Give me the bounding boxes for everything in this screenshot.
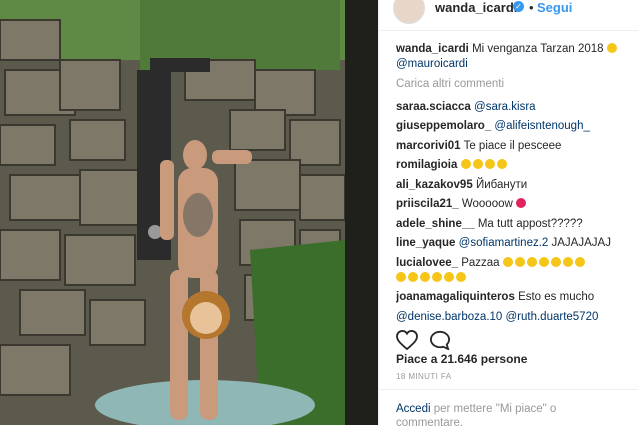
login-link[interactable]: Accedi <box>396 403 431 415</box>
caption-mention[interactable]: @mauroicardi <box>396 58 468 70</box>
emoji-icon <box>444 271 454 282</box>
avatar[interactable] <box>393 0 425 24</box>
caption: wanda_icardi Mi venganza Tarzan 2018 @ma… <box>396 42 631 72</box>
verified-icon: ✓ <box>513 1 524 12</box>
comment-text: Te piace il pesceee <box>463 139 562 152</box>
comment-mention[interactable]: @sara.kisra <box>474 101 536 113</box>
emoji-icon <box>502 256 513 267</box>
emoji-icon <box>526 256 537 267</box>
comment-mention[interactable]: @sofiamartinez.2 <box>459 237 549 249</box>
emoji-icon <box>516 198 526 208</box>
caption-author[interactable]: wanda_icardi <box>396 43 469 55</box>
comment-author[interactable]: lucialovee_ <box>396 257 458 269</box>
photo-image <box>0 0 378 425</box>
follow-button[interactable]: Segui <box>537 0 572 15</box>
comment-text: Йибанути <box>475 178 528 191</box>
comment-icon[interactable] <box>429 330 451 350</box>
comment-author[interactable]: adele_shine__ <box>396 218 475 230</box>
comments-list: wanda_icardi Mi venganza Tarzan 2018 @ma… <box>396 42 631 327</box>
emoji-icon <box>484 159 495 169</box>
load-more-comments[interactable]: Carica altri commenti <box>396 77 631 92</box>
comment-text: Ma tutt appost????? <box>477 217 583 230</box>
post-photo <box>0 0 378 425</box>
comment-text: Wooooow <box>461 198 513 210</box>
login-prompt: Accedi per mettere "Mi piace" o commenta… <box>379 389 638 430</box>
comment-row: @denise.barboza.10 @ruth.duarte5720 <box>396 310 631 325</box>
comment-author[interactable]: ali_kazakov95 <box>396 179 473 191</box>
comment-author[interactable]: joanamagaliquinteros <box>396 291 515 303</box>
emoji-icon <box>432 271 442 282</box>
heart-icon[interactable] <box>396 330 418 350</box>
comment-text: JAJAJAJAJ <box>551 237 611 249</box>
comment-author[interactable]: line_yaque <box>396 237 455 249</box>
emoji-icon <box>456 271 466 282</box>
emoji-icon <box>408 271 418 282</box>
author-username[interactable]: wanda_icardi <box>435 0 517 15</box>
monkey-emoji-icon <box>606 43 617 53</box>
emoji-icon <box>514 256 525 267</box>
comment-row: line_yaque @sofiamartinez.2 JAJAJAJAJ <box>396 236 631 251</box>
emoji-icon <box>460 159 471 169</box>
comment-mention[interactable]: @denise.barboza.10 @ruth.duarte5720 <box>396 311 598 323</box>
emoji-icon <box>574 256 585 267</box>
comment-author[interactable]: marcorivi01 <box>396 140 461 152</box>
emoji-icon <box>550 256 561 267</box>
emoji-icon <box>420 271 430 282</box>
comment-rows: saraa.sciacca @sara.kisra giuseppemolaro… <box>396 100 631 328</box>
likes-count[interactable]: Piace a 21.646 persone <box>396 352 527 366</box>
comment-author[interactable]: giuseppemolaro_ <box>396 120 491 132</box>
post-time: 18 MINUTI FA <box>396 372 452 381</box>
separator-dot: • <box>529 0 534 15</box>
comment-row: lucialovee_ Pazzaa <box>396 256 631 286</box>
comment-row: joanamagaliquinteros Esto es mucho <box>396 290 631 305</box>
emoji-icon <box>496 159 507 169</box>
emoji-icon <box>562 256 573 267</box>
comment-row: priiscila21_ Wooooow <box>396 197 631 212</box>
comment-row: ali_kazakov95 Йибанути <box>396 178 631 193</box>
comment-text: Esto es mucho <box>518 291 595 303</box>
comment-row: marcorivi01 Te piace il pesceee <box>396 139 631 154</box>
emoji-icon <box>472 159 483 169</box>
comment-author[interactable]: romilagioia <box>396 159 457 171</box>
comment-row: adele_shine__ Ma tutt appost????? <box>396 217 631 232</box>
caption-text: Mi venganza Tarzan 2018 <box>472 43 604 55</box>
comment-text: Pazzaa <box>461 256 500 269</box>
comment-row: giuseppemolaro_ @alifeisntenough_ <box>396 119 631 134</box>
comment-row: romilagioia <box>396 158 631 173</box>
comment-author[interactable]: saraa.sciacca <box>396 101 471 113</box>
comment-author[interactable]: priiscila21_ <box>396 198 459 210</box>
post-sidebar: wanda_icardi ✓ • Segui wanda_icardi Mi v… <box>378 0 638 429</box>
emoji-icon <box>538 256 549 267</box>
comment-mention[interactable]: @alifeisntenough_ <box>494 120 589 132</box>
emoji-icon <box>396 271 406 282</box>
post-header: wanda_icardi ✓ • Segui <box>379 0 638 31</box>
comment-row: saraa.sciacca @sara.kisra <box>396 100 631 115</box>
